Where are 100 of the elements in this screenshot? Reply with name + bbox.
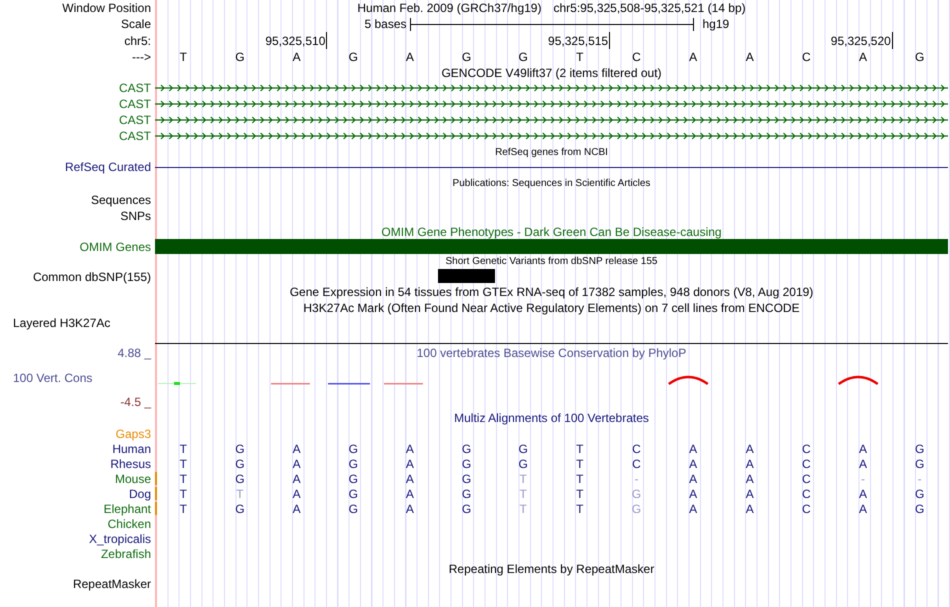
- alignment-base: G: [632, 486, 642, 500]
- track-label: Scale: [120, 17, 151, 31]
- track-label[interactable]: SNPs: [120, 209, 151, 223]
- species-label: Rhesus: [110, 456, 151, 470]
- alignment-base: G: [235, 442, 245, 456]
- ruler-position: 95,325,510: [265, 32, 328, 49]
- species-label: X_tropicalis: [88, 532, 151, 546]
- alignment-base: A: [406, 472, 414, 486]
- base-letter: G: [914, 50, 924, 64]
- alignment-base: G: [348, 456, 358, 470]
- track-label[interactable]: 100 Vert. Cons: [13, 371, 92, 385]
- species-label: Mouse: [114, 472, 151, 486]
- alignment-base: G: [462, 472, 472, 486]
- alignment-base: A: [746, 456, 754, 470]
- base-letter: G: [235, 50, 245, 64]
- base-letter: T: [180, 50, 187, 64]
- alignment-base: A: [292, 486, 301, 500]
- track-label: chr5:: [124, 34, 151, 48]
- track-title: OMIM Gene Phenotypes - Dark Green Can Be Disease-causing: [381, 224, 722, 238]
- alignment-base: G: [914, 456, 924, 470]
- alignment-base: A: [406, 456, 414, 470]
- alignment-base: A: [859, 442, 868, 456]
- alignment-base: C: [632, 456, 641, 470]
- alignment-base: G: [462, 456, 472, 470]
- alignment-base: T: [180, 456, 187, 470]
- alignment-base: C: [802, 456, 811, 470]
- position-text: chr5:95,325,508-95,325,521 (14 bp): [553, 1, 746, 15]
- track-label[interactable]: CAST: [118, 97, 151, 111]
- track-label[interactable]: RefSeq Curated: [64, 160, 151, 174]
- track-label[interactable]: CAST: [118, 113, 151, 127]
- track-title: 100 vertebrates Basewise Conservation by PhyloP: [416, 346, 686, 360]
- alignment-base: A: [406, 442, 414, 456]
- assembly-title: Human Feb. 2009 (GRCh37/hg19): [357, 1, 542, 15]
- omim-gene-bar[interactable]: [155, 239, 948, 254]
- track-label: Window Position: [62, 1, 151, 15]
- track-title: GENCODE V49lift37 (2 items filtered out): [441, 66, 662, 80]
- alignment-base: A: [746, 502, 754, 516]
- alignment-base: C: [632, 442, 641, 456]
- ruler-position: 95,325,515: [548, 32, 610, 49]
- track-label[interactable]: CAST: [118, 81, 151, 95]
- alignment-base: T: [180, 442, 187, 456]
- strand-label: --->: [132, 50, 151, 64]
- track-title: Repeating Elements by RepeatMasker: [448, 562, 654, 576]
- alignment-base: G: [348, 486, 358, 500]
- base-letter: C: [802, 50, 811, 64]
- variant-block[interactable]: [438, 269, 495, 283]
- alignment-base: A: [406, 486, 414, 500]
- species-label: Human: [112, 442, 151, 456]
- base-letter: G: [518, 50, 528, 64]
- alignment-base: G: [235, 502, 245, 516]
- alignment-base: G: [632, 502, 642, 516]
- alignment-base: G: [914, 486, 924, 500]
- species-label: Dog: [128, 486, 151, 500]
- track-label[interactable]: RepeatMasker: [72, 577, 151, 591]
- alignment-base: G: [348, 472, 358, 486]
- track-title: Multiz Alignments of 100 Vertebrates: [454, 411, 649, 425]
- species-label: Chicken: [108, 516, 151, 530]
- track-label[interactable]: Sequences: [90, 193, 151, 207]
- alignment-base: A: [859, 456, 868, 470]
- species-label: Zebrafish: [100, 546, 151, 560]
- alignment-base: G: [235, 472, 245, 486]
- assembly-label: hg19: [702, 17, 730, 31]
- alignment-base: A: [689, 456, 698, 470]
- base-letter: A: [406, 50, 414, 64]
- scale-length: 5 bases: [364, 17, 408, 31]
- alignment-base: A: [292, 442, 301, 456]
- alignment-base: T: [519, 486, 527, 500]
- alignment-base: A: [689, 442, 698, 456]
- axis-max-label: 4.88 _: [118, 346, 151, 360]
- track-label[interactable]: OMIM Genes: [80, 240, 151, 254]
- base-letter: A: [292, 50, 301, 64]
- track-label[interactable]: Layered H3K27Ac: [13, 316, 110, 330]
- alignment-base: T: [180, 486, 187, 500]
- alignment-base: A: [406, 502, 414, 516]
- alignment-base: G: [348, 502, 358, 516]
- base-letter: G: [348, 50, 358, 64]
- alignment-base: G: [462, 442, 472, 456]
- alignment-base: A: [292, 502, 301, 516]
- alignment-base: A: [689, 486, 698, 500]
- base-letter: G: [462, 50, 472, 64]
- alignment-base: G: [914, 502, 924, 516]
- axis-min-label: -4.5 _: [120, 395, 151, 409]
- track-label[interactable]: Common dbSNP(155): [32, 270, 151, 284]
- track-title: RefSeq genes from NCBI: [495, 146, 608, 158]
- alignment-base: A: [859, 486, 868, 500]
- track-title: Short Genetic Variants from dbSNP release 155: [446, 256, 658, 267]
- alignment-base: T: [576, 456, 584, 470]
- alignment-base: G: [518, 456, 528, 470]
- alignment-base: G: [462, 486, 472, 500]
- alignment-base: A: [746, 486, 754, 500]
- alignment-base: A: [689, 502, 698, 516]
- alignment-base: G: [462, 502, 472, 516]
- alignment-base: A: [859, 502, 868, 516]
- alignment-base: A: [689, 472, 698, 486]
- alignment-base: T: [576, 472, 584, 486]
- track-title: Publications: Sequences in Scientific Articles: [452, 178, 650, 188]
- alignment-base: A: [746, 472, 754, 486]
- base-letter: A: [746, 50, 754, 64]
- alignment-base: T: [576, 486, 584, 500]
- track-label[interactable]: CAST: [118, 129, 151, 143]
